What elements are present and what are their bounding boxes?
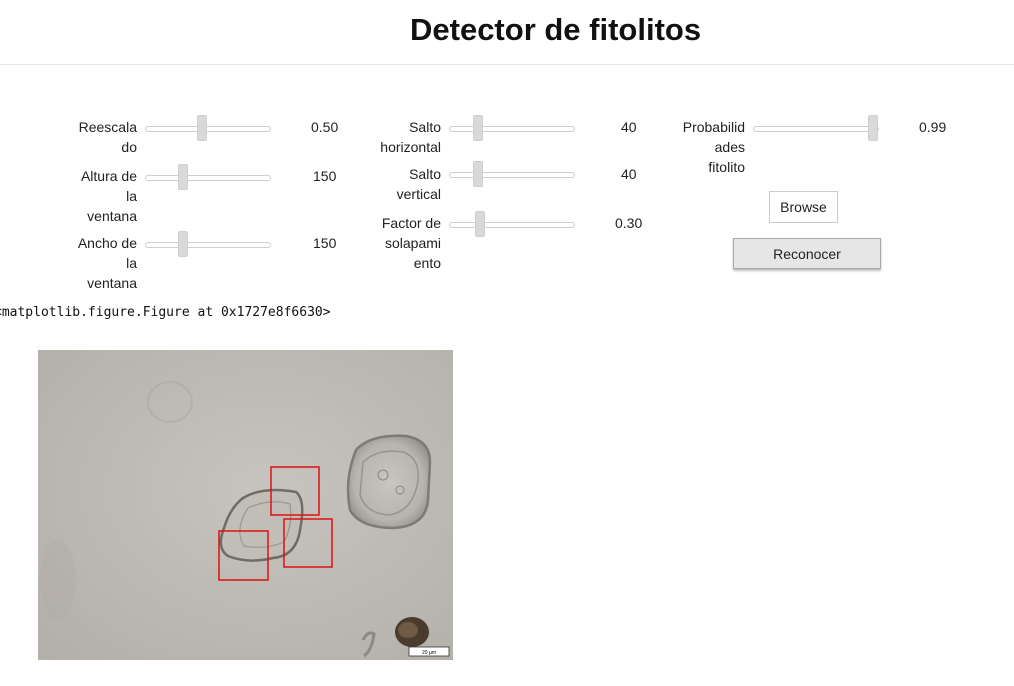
slider-value-ancho: 150 [313, 235, 337, 251]
slider-value-salto-horizontal: 40 [621, 119, 637, 135]
slider-solapamiento[interactable] [449, 211, 575, 237]
slider-value-solapamiento: 0.30 [615, 215, 643, 231]
slider-thumb-probabilidades[interactable] [868, 115, 878, 141]
page-title: Detector de fitolitos [410, 12, 702, 47]
slider-label-altura: Altura de la ventana [80, 168, 137, 224]
slider-thumb-salto-horizontal[interactable] [473, 115, 483, 141]
slider-label-ancho: Ancho de la ventana [77, 235, 137, 291]
slider-value-salto-vertical: 40 [621, 166, 637, 182]
slider-probabilidades[interactable] [753, 115, 879, 141]
slider-value-probabilidades: 0.99 [919, 119, 947, 135]
slider-thumb-ancho[interactable] [178, 231, 188, 257]
slider-label-salto-horizontal: Salto horizontal [380, 119, 441, 155]
slider-label-probabilidades: Probabilid ades fitolito [682, 119, 745, 175]
slider-ancho[interactable] [145, 231, 271, 257]
slider-reescalado[interactable] [145, 115, 271, 141]
scale-bar-label: 20 µm [422, 650, 436, 656]
slider-thumb-altura[interactable] [178, 164, 188, 190]
title-divider [0, 64, 1014, 65]
slider-thumb-salto-vertical[interactable] [473, 161, 483, 187]
slider-value-reescalado: 0.50 [311, 119, 339, 135]
figure-repr-output: <matplotlib.figure.Figure at 0x1727e8f66… [0, 305, 331, 320]
slider-altura[interactable] [145, 164, 271, 190]
detection-figure: 20 µm [38, 350, 453, 660]
micrograph-image: 20 µm [38, 350, 453, 660]
slider-label-salto-vertical: Salto vertical [396, 166, 441, 202]
slider-label-solapamiento: Factor de solapami ento [381, 215, 441, 271]
slider-label-reescalado: Reescala do [78, 119, 137, 155]
slider-thumb-solapamiento[interactable] [475, 211, 485, 237]
browse-button[interactable]: Browse [769, 191, 838, 223]
slider-salto-horizontal[interactable] [449, 115, 575, 141]
slider-value-altura: 150 [313, 168, 337, 184]
reconocer-button[interactable]: Reconocer [733, 238, 881, 269]
slider-salto-vertical[interactable] [449, 161, 575, 187]
slider-thumb-reescalado[interactable] [197, 115, 207, 141]
